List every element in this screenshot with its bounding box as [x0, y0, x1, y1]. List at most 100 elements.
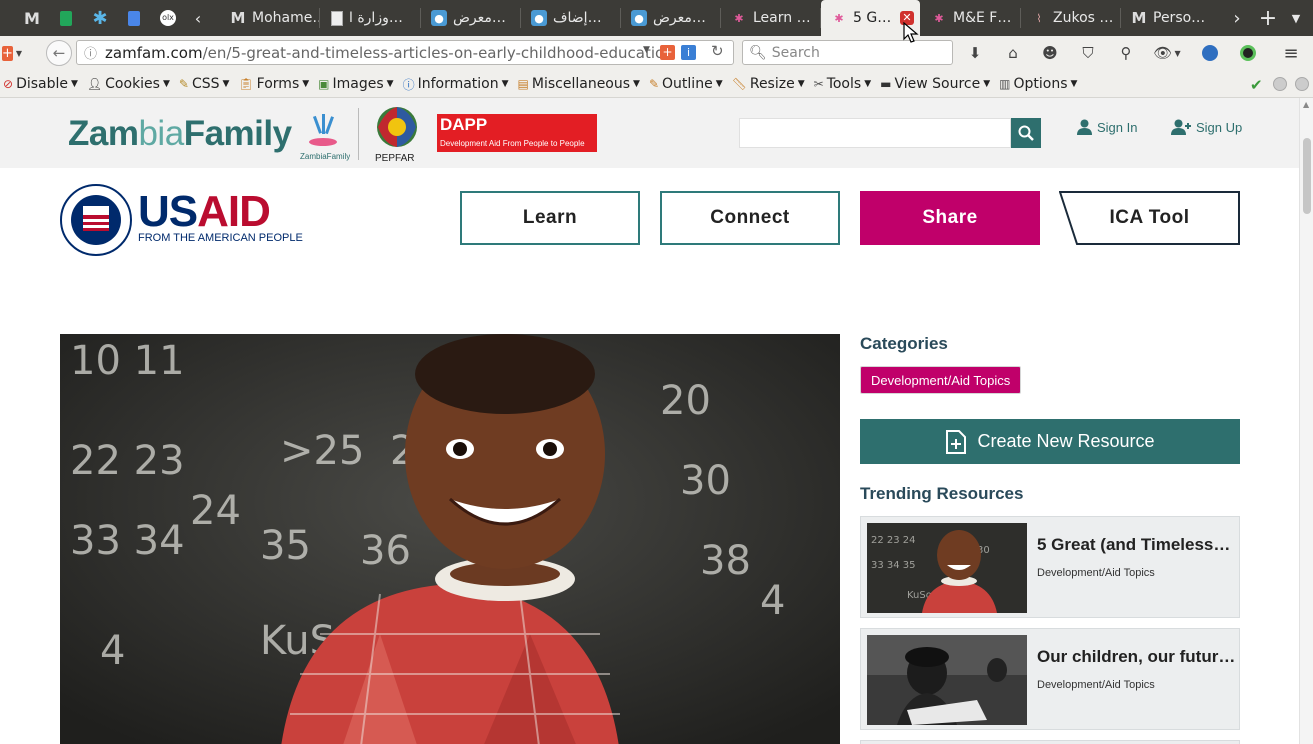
- reload-icon[interactable]: ↻: [711, 42, 724, 60]
- nav-learn-button[interactable]: Learn: [460, 191, 640, 245]
- devtools-images[interactable]: ▣ Images ▼: [318, 76, 393, 92]
- tab-item[interactable]: ● معرض…: [621, 0, 721, 36]
- resource-card[interactable]: Our children, our futur… Development/Aid…: [860, 628, 1240, 730]
- pocket-button[interactable]: ⛉: [1078, 43, 1098, 63]
- devtools-tools[interactable]: ✂ Tools ▼: [814, 76, 871, 92]
- devtools-forms[interactable]: 📋︎ Forms ▼: [238, 76, 309, 92]
- dropdown-icon[interactable]: ▼: [643, 45, 650, 55]
- asterisk-icon: ✱: [92, 7, 108, 29]
- scroll-up-icon[interactable]: ▲: [1303, 100, 1309, 109]
- nav-ica-tool-button[interactable]: ICA Tool: [1059, 191, 1240, 245]
- tab-item[interactable]: وزارة ا…: [321, 0, 421, 36]
- back-button[interactable]: ←: [46, 40, 72, 66]
- tab-item[interactable]: ⌇ Zukos …: [1021, 0, 1121, 36]
- devtools-information[interactable]: ⓘ Information ▼: [403, 76, 509, 93]
- trending-heading: Trending Resources: [860, 484, 1024, 503]
- addon-blue-icon[interactable]: i: [681, 45, 696, 60]
- menu-button[interactable]: ≡: [1281, 43, 1301, 64]
- tab-list-button[interactable]: ▼: [1282, 0, 1310, 36]
- status-circle-icon[interactable]: [1295, 77, 1309, 91]
- chevron-down-icon: ▼: [15, 48, 23, 58]
- usaid-seal-icon: [60, 184, 132, 256]
- resource-card[interactable]: 22 23 24 33 34 35 30 KuSo 5 Great (and Time…: [860, 516, 1240, 618]
- color-picker-button[interactable]: [1238, 43, 1258, 63]
- nav-share-button[interactable]: Share: [860, 191, 1040, 245]
- devtools-cookies[interactable]: 👤︎ Cookies ▼: [87, 76, 170, 92]
- usaid-logo[interactable]: USAID FROM THE AMERICAN PEOPLE: [60, 184, 303, 256]
- svg-text:20: 20: [660, 378, 711, 424]
- pen-tool-button[interactable]: ⚲: [1116, 43, 1136, 63]
- clipboard-icon: 📋︎: [238, 77, 254, 91]
- chevron-right-icon: ›: [1233, 7, 1241, 29]
- tab-olx[interactable]: olx: [152, 0, 184, 36]
- tab-label: 5 G…: [853, 10, 892, 26]
- sheets-icon: [60, 10, 72, 26]
- home-button[interactable]: ⌂: [1003, 43, 1023, 63]
- svg-text:38: 38: [700, 538, 751, 584]
- zambiafamily-logo[interactable]: ZambiaFamily: [68, 114, 292, 154]
- status-circle-icon[interactable]: [1273, 77, 1287, 91]
- tab-label: معرض…: [653, 10, 706, 26]
- zambiafamily-emblem: ZambiaFamily: [298, 112, 350, 162]
- devtools-css[interactable]: ✎ CSS ▼: [179, 76, 230, 92]
- category-badge[interactable]: Development/Aid Topics: [860, 366, 1022, 394]
- browser-search-input[interactable]: 🔍︎ Search: [742, 40, 953, 65]
- devtools-miscellaneous[interactable]: ▤ Miscellaneous ▼: [518, 76, 640, 92]
- new-tab-button[interactable]: +: [1252, 0, 1284, 36]
- tab-item[interactable]: M Mohame…: [220, 0, 320, 36]
- tab-item[interactable]: M Perso…: [1121, 0, 1225, 36]
- create-new-resource-button[interactable]: Create New Resource: [860, 419, 1240, 464]
- resource-title[interactable]: 5 Great (and Timeless…: [1037, 535, 1237, 555]
- sign-in-link[interactable]: Sign In: [1077, 119, 1137, 135]
- checkmark-icon[interactable]: ✔: [1250, 76, 1263, 94]
- devtools-label: Options: [1013, 76, 1068, 92]
- site-search-button[interactable]: [1011, 118, 1041, 148]
- devtools-label: Miscellaneous: [531, 76, 631, 92]
- addon-orange-icon[interactable]: +: [660, 45, 675, 60]
- addon-menu-button[interactable]: + ▼: [1, 43, 23, 63]
- page-scrollbar[interactable]: ▲: [1299, 98, 1313, 744]
- tab-sheets[interactable]: [50, 0, 82, 36]
- scrollbar-thumb[interactable]: [1303, 138, 1311, 214]
- resource-title[interactable]: Our children, our futur…: [1037, 647, 1237, 667]
- circle-app-icon: ●: [431, 10, 447, 26]
- nav-connect-button[interactable]: Connect: [660, 191, 840, 245]
- web-developer-toolbar: ⊘ Disable ▼ 👤︎ Cookies ▼ ✎ CSS ▼ 📋︎ Forms ▼ ▣ Ima…: [0, 71, 1313, 98]
- site-search-input[interactable]: [739, 118, 1011, 148]
- tab-item[interactable]: ● إضاف…: [521, 0, 621, 36]
- sign-up-link[interactable]: Sign Up: [1171, 119, 1242, 135]
- gmail-icon: M: [1131, 9, 1147, 27]
- tab-bar: M ✱ olx ‹ M Mohame… وزارة ا… ● معرض… ● إ…: [0, 0, 1313, 36]
- devtools-view-source[interactable]: ▬ View Source ▼: [880, 76, 990, 92]
- tab-gmail[interactable]: M: [16, 0, 48, 36]
- downloads-button[interactable]: ⬇: [965, 43, 985, 63]
- svg-text:4: 4: [100, 628, 125, 674]
- tab-item[interactable]: ● معرض…: [421, 0, 521, 36]
- tab-item[interactable]: ✱ M&E F…: [921, 0, 1021, 36]
- firefox-sync-button[interactable]: [1200, 43, 1220, 63]
- image-icon: ▣: [318, 77, 330, 91]
- url-bar[interactable]: ⓘ zamfam.com/en/5-great-and-timeless-art…: [76, 40, 734, 65]
- scribble-icon: ⌇: [1036, 11, 1042, 25]
- usaid-tagline: FROM THE AMERICAN PEOPLE: [138, 232, 303, 244]
- pen-icon: ⚲: [1120, 44, 1132, 62]
- tab-pinned-app[interactable]: ✱: [84, 0, 116, 36]
- dapp-logo[interactable]: DAPP Development Aid From People to Peop…: [437, 114, 597, 152]
- usaid-aid: AID: [197, 187, 271, 236]
- tab-item[interactable]: ✱ Learn …: [721, 0, 821, 36]
- devtools-outline[interactable]: ✎ Outline ▼: [649, 76, 723, 92]
- chat-button[interactable]: ☻: [1040, 43, 1060, 63]
- monitor-icon: ▬: [880, 77, 892, 91]
- user-icon: [1077, 119, 1092, 135]
- url-host: zamfam.com: [105, 43, 203, 62]
- dapp-subtitle: Development Aid From People to People: [440, 139, 585, 148]
- eye-tool-button[interactable]: 👁︎ ▼: [1152, 43, 1182, 63]
- devtools-disable[interactable]: ⊘ Disable ▼: [3, 76, 78, 92]
- tabs-scroll-left[interactable]: ‹: [182, 0, 214, 36]
- tab-docs[interactable]: [118, 0, 150, 36]
- pocket-icon: ⛉: [1082, 44, 1094, 62]
- sign-up-label: Sign Up: [1196, 119, 1243, 135]
- devtools-options[interactable]: ▥ Options ▼: [999, 76, 1077, 92]
- tabs-scroll-right[interactable]: ›: [1226, 0, 1248, 36]
- devtools-resize[interactable]: 📏︎ Resize ▼: [732, 76, 805, 92]
